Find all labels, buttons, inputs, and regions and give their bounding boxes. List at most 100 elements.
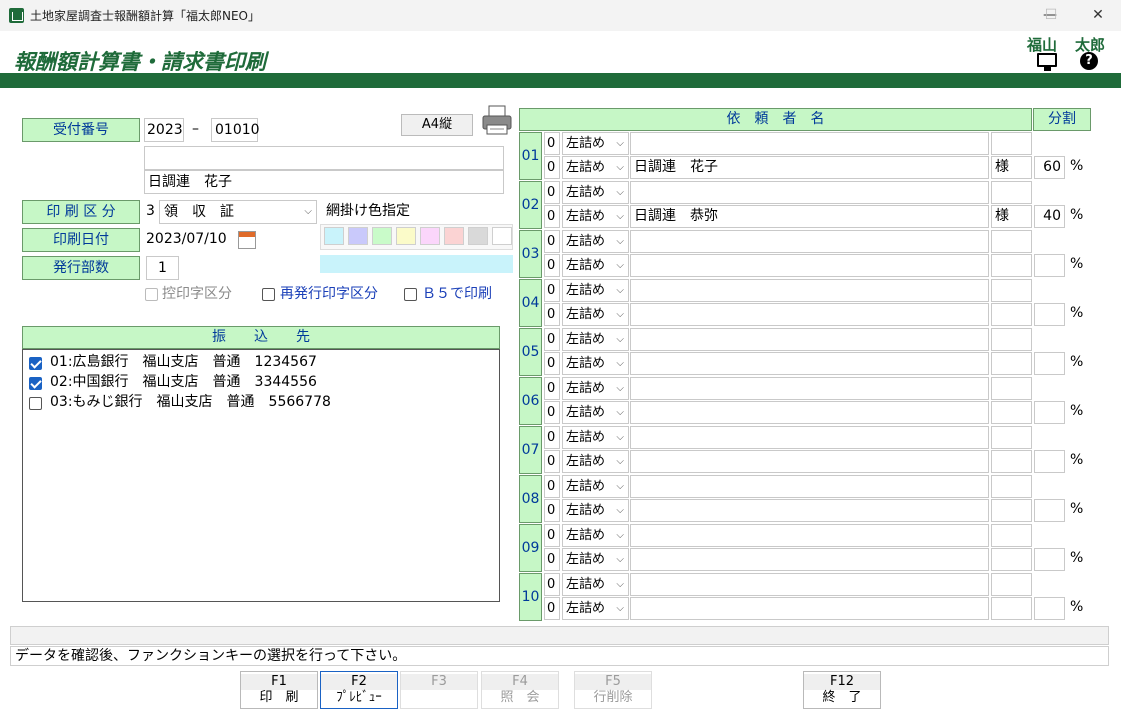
grid-justify-select[interactable]: 左詰め ⌵ [562,279,629,302]
uketsuke-year-field[interactable]: 2023 [144,118,184,142]
grid-code-field[interactable]: 0 [544,499,560,522]
grid-code-field[interactable]: 0 [544,548,560,571]
grid-code-field[interactable]: 0 [544,352,560,375]
grid-justify-select[interactable]: 左詰め ⌵ [562,132,629,155]
print-kubun-code[interactable]: 3 [144,200,158,224]
grid-code-field[interactable]: 0 [544,450,560,473]
monitor-icon[interactable] [1037,53,1057,71]
grid-justify-select[interactable]: 左詰め ⌵ [562,524,629,547]
grid-client-name-field[interactable] [630,401,989,424]
grid-split-field[interactable] [1034,352,1065,375]
grid-client-name-field[interactable] [630,597,989,620]
grid-justify-select[interactable]: 左詰め ⌵ [562,548,629,571]
print-date-field[interactable]: 2023/07/10 [144,228,229,252]
b5-checkbox[interactable] [404,288,417,301]
grid-code-field[interactable]: 0 [544,230,560,253]
grid-justify-select[interactable]: 左詰め ⌵ [562,450,629,473]
function-key-f5[interactable]: F5 行削除 [574,671,652,709]
grid-client-name-field[interactable] [630,475,989,498]
grid-code-field[interactable]: 0 [544,377,560,400]
function-key-f1[interactable]: F1 印 刷 [240,671,318,709]
grid-justify-select[interactable]: 左詰め ⌵ [562,377,629,400]
grid-justify-select[interactable]: 左詰め ⌵ [562,181,629,204]
grid-client-name-field[interactable] [630,328,989,351]
grid-honorific-field[interactable] [991,377,1032,400]
grid-honorific-field[interactable] [991,426,1032,449]
grid-code-field[interactable]: 0 [544,573,560,596]
grid-code-field[interactable]: 0 [544,328,560,351]
furikomi-checkbox[interactable] [29,397,42,410]
grid-justify-select[interactable]: 左詰め ⌵ [562,303,629,326]
grid-code-field[interactable]: 0 [544,132,560,155]
grid-code-field[interactable]: 0 [544,597,560,620]
grid-honorific-field[interactable] [991,548,1032,571]
grid-code-field[interactable]: 0 [544,254,560,277]
calendar-icon[interactable] [238,231,256,249]
grid-justify-select[interactable]: 左詰め ⌵ [562,156,629,179]
function-key-f12[interactable]: F12 終 了 [803,671,881,709]
grid-honorific-field[interactable] [991,254,1032,277]
grid-client-name-field[interactable] [630,450,989,473]
client-name-field-1[interactable] [144,146,504,170]
furikomi-checkbox[interactable] [29,377,42,390]
color-swatch[interactable] [324,227,344,245]
grid-split-field[interactable] [1034,303,1065,326]
close-button[interactable]: ✕ [1075,0,1121,31]
grid-split-field[interactable] [1034,401,1065,424]
grid-code-field[interactable]: 0 [544,181,560,204]
function-key-f3[interactable]: F3 [400,671,478,709]
grid-client-name-field[interactable] [630,279,989,302]
function-key-f4[interactable]: F4 照 会 [481,671,559,709]
grid-honorific-field[interactable] [991,279,1032,302]
grid-justify-select[interactable]: 左詰め ⌵ [562,401,629,424]
grid-split-field[interactable]: 60 [1034,156,1065,179]
grid-client-name-field[interactable] [630,426,989,449]
grid-justify-select[interactable]: 左詰め ⌵ [562,597,629,620]
color-swatch[interactable] [492,227,512,245]
grid-justify-select[interactable]: 左詰め ⌵ [562,328,629,351]
grid-justify-select[interactable]: 左詰め ⌵ [562,499,629,522]
saihakko-checkbox[interactable] [262,288,275,301]
grid-honorific-field[interactable] [991,450,1032,473]
grid-client-name-field[interactable] [630,132,989,155]
grid-code-field[interactable]: 0 [544,401,560,424]
function-key-f2[interactable]: F2 ﾌﾟﾚﾋﾞｭｰ [320,671,398,709]
grid-split-field[interactable] [1034,597,1065,620]
grid-justify-select[interactable]: 左詰め ⌵ [562,573,629,596]
copies-field[interactable]: 1 [146,256,179,280]
color-swatch[interactable] [420,227,440,245]
grid-client-name-field[interactable] [630,377,989,400]
grid-client-name-field[interactable]: 日調連 恭弥 [630,205,989,228]
color-swatch[interactable] [348,227,368,245]
help-icon[interactable]: ? [1080,52,1098,70]
grid-split-field[interactable] [1034,499,1065,522]
grid-split-field[interactable] [1034,254,1065,277]
color-swatch[interactable] [468,227,488,245]
grid-client-name-field[interactable] [630,573,989,596]
grid-client-name-field[interactable] [630,499,989,522]
grid-code-field[interactable]: 0 [544,156,560,179]
grid-honorific-field[interactable] [991,475,1032,498]
grid-justify-select[interactable]: 左詰め ⌵ [562,426,629,449]
uketsuke-number-field[interactable]: 01010 [211,118,260,142]
grid-split-field[interactable] [1034,450,1065,473]
grid-honorific-field[interactable] [991,328,1032,351]
grid-client-name-field[interactable] [630,548,989,571]
grid-honorific-field[interactable] [991,499,1032,522]
color-swatch[interactable] [444,227,464,245]
grid-client-name-field[interactable] [630,254,989,277]
grid-split-field[interactable]: 40 [1034,205,1065,228]
grid-justify-select[interactable]: 左詰め ⌵ [562,254,629,277]
grid-code-field[interactable]: 0 [544,524,560,547]
hikae-checkbox[interactable] [145,288,158,301]
grid-client-name-field[interactable] [630,303,989,326]
grid-client-name-field[interactable]: 日調連 花子 [630,156,989,179]
color-swatch[interactable] [396,227,416,245]
grid-code-field[interactable]: 0 [544,205,560,228]
grid-justify-select[interactable]: 左詰め ⌵ [562,230,629,253]
grid-honorific-field[interactable]: 様 [991,156,1032,179]
grid-justify-select[interactable]: 左詰め ⌵ [562,205,629,228]
grid-split-field[interactable] [1034,548,1065,571]
grid-code-field[interactable]: 0 [544,475,560,498]
furikomi-checkbox[interactable] [29,357,42,370]
